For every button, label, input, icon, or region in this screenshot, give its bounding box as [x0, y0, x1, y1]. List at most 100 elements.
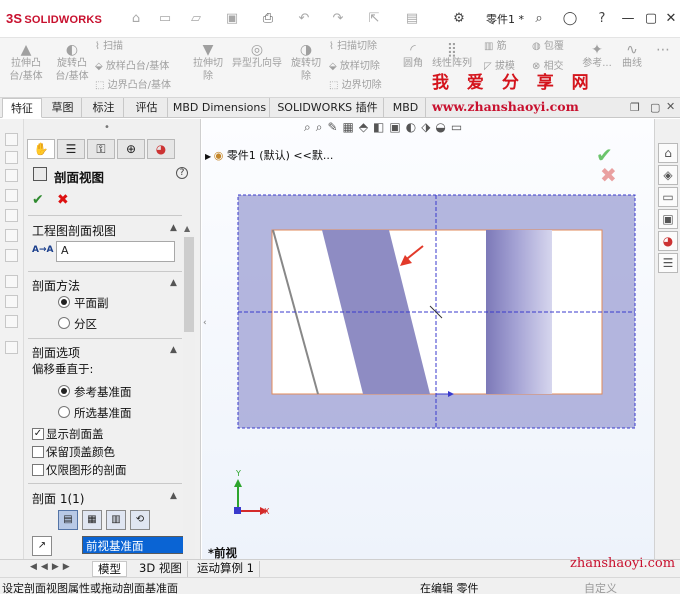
- scroll-up-icon[interactable]: ▲: [184, 224, 190, 233]
- user-icon[interactable]: ◯: [562, 12, 578, 26]
- strip-tool-icon[interactable]: [5, 229, 18, 242]
- wrap-button[interactable]: ◍ 包覆: [532, 40, 564, 53]
- graphics-viewport[interactable]: ‹ ⌕⌕✎▦⬘◧▣◐⬗◒▭ ▶ ◉ 零件1 (默认) <<默... ✔ ✖ Y …: [202, 119, 654, 560]
- strip-tool-icon[interactable]: [5, 189, 18, 202]
- front-plane-tool-icon[interactable]: ▤: [58, 510, 78, 530]
- strip-tool-icon[interactable]: [5, 295, 18, 308]
- more-icon[interactable]: ⋯: [650, 43, 676, 57]
- loft-boss-button[interactable]: ⬙ 放样凸台/基体: [95, 60, 169, 73]
- curves-button[interactable]: ∿ 曲线: [619, 43, 645, 70]
- help-icon[interactable]: ?: [594, 12, 610, 26]
- tab-sketch[interactable]: 草图: [44, 98, 82, 118]
- strip-tool-icon[interactable]: [5, 133, 18, 146]
- right-plane-tool-icon[interactable]: ▥: [106, 510, 126, 530]
- strip-tool-icon[interactable]: [5, 275, 18, 288]
- search-icon[interactable]: ⌕: [531, 12, 547, 26]
- reference-plane-radio[interactable]: [58, 385, 70, 397]
- drawing-section-group-title[interactable]: 工程图剖面视图: [32, 222, 116, 239]
- revolve-boss-button[interactable]: ◐ 旋转凸 台/基体: [50, 43, 94, 83]
- options-gear-icon[interactable]: ⚙: [451, 12, 467, 26]
- swept-cut-button[interactable]: ⌇ 扫描切除: [329, 40, 377, 53]
- tab-solidworks-addins[interactable]: SOLIDWORKS 插件: [272, 98, 384, 118]
- configuration-manager-tab-icon[interactable]: ⚿: [87, 139, 115, 159]
- extrude-cut-button[interactable]: ▼ 拉伸切 除: [190, 43, 226, 83]
- sweep-button[interactable]: ⌇ 扫描: [95, 40, 123, 53]
- strip-tool-icon[interactable]: [5, 151, 18, 164]
- appearances-task-icon[interactable]: ◕: [658, 231, 678, 251]
- tab-mbd[interactable]: MBD: [386, 98, 426, 118]
- save-icon[interactable]: ▣: [224, 12, 240, 26]
- chevron-up-icon[interactable]: ▲: [170, 278, 177, 288]
- section-plane-field[interactable]: 前视基准面: [82, 536, 184, 554]
- resources-task-icon[interactable]: ◈: [658, 165, 678, 185]
- strip-tool-icon[interactable]: [5, 315, 18, 328]
- plane-direction-icon[interactable]: ↗: [32, 536, 52, 556]
- close-icon[interactable]: ✕: [663, 12, 679, 26]
- tab-markup[interactable]: 标注: [84, 98, 124, 118]
- close-window-icon[interactable]: ✕: [666, 100, 675, 113]
- home-icon[interactable]: ⌂: [128, 12, 144, 26]
- design-library-task-icon[interactable]: ▭: [658, 187, 678, 207]
- dimxpert-tab-icon[interactable]: ⊕: [117, 139, 145, 159]
- panel-help-icon[interactable]: ?: [176, 167, 188, 179]
- redo-icon[interactable]: ↷: [330, 12, 346, 26]
- extrude-boss-button[interactable]: ▲ 拉伸凸 台/基体: [4, 43, 48, 83]
- lofted-cut-button[interactable]: ⬙ 放样切除: [329, 60, 380, 73]
- section-label-input[interactable]: A: [56, 241, 175, 262]
- feature-manager-tab-icon[interactable]: ✋: [27, 139, 55, 159]
- property-manager-tab-icon[interactable]: ☰: [57, 139, 85, 159]
- maximize-icon[interactable]: ▢: [643, 12, 659, 26]
- minimize-icon[interactable]: —: [620, 12, 636, 26]
- rib-button[interactable]: ▥ 筋: [484, 40, 507, 53]
- divider: [28, 215, 182, 216]
- tab-features[interactable]: 特征: [2, 98, 42, 118]
- graphics-only-section-checkbox[interactable]: [32, 464, 44, 476]
- chevron-up-icon[interactable]: ▲: [170, 345, 177, 355]
- section-method-group-title[interactable]: 剖面方法: [32, 277, 80, 294]
- keep-cap-color-checkbox[interactable]: [32, 446, 44, 458]
- linear-pattern-button[interactable]: ⣿ 线性阵列: [430, 43, 474, 70]
- maximize-window-icon[interactable]: ▢: [650, 101, 660, 114]
- selected-plane-radio[interactable]: [58, 406, 70, 418]
- boundary-boss-button[interactable]: ⬚ 边界凸台/基体: [95, 79, 171, 92]
- planar-radio[interactable]: [58, 296, 70, 308]
- open-folder-icon[interactable]: ▱: [188, 12, 204, 26]
- chevron-up-icon[interactable]: ▲: [170, 223, 177, 233]
- fillet-button[interactable]: ◜ 圆角: [400, 43, 426, 70]
- file-explorer-task-icon[interactable]: ▣: [658, 209, 678, 229]
- new-file-icon[interactable]: ▭: [157, 12, 173, 26]
- cancel-button[interactable]: ✖: [57, 192, 69, 208]
- revolve-cut-button[interactable]: ◑ 旋转切 除: [288, 43, 324, 83]
- select-arrow-icon[interactable]: ⇱: [366, 12, 382, 26]
- panel-grip-icon[interactable]: •: [104, 122, 110, 133]
- display-manager-tab-icon[interactable]: ◕: [147, 139, 175, 159]
- home-task-icon[interactable]: ⌂: [658, 143, 678, 163]
- section1-group-title[interactable]: 剖面 1(1): [32, 490, 84, 507]
- ok-button[interactable]: ✔: [32, 192, 44, 208]
- top-plane-tool-icon[interactable]: ▦: [82, 510, 102, 530]
- section-options-group-title[interactable]: 剖面选项: [32, 344, 80, 361]
- zonal-radio[interactable]: [58, 317, 70, 329]
- strip-tool-icon[interactable]: [5, 169, 18, 182]
- reference-geometry-button[interactable]: ✦ 参考...: [579, 43, 615, 70]
- strip-tool-icon[interactable]: [5, 341, 18, 354]
- undo-icon[interactable]: ↶: [296, 12, 312, 26]
- boundary-cut-button[interactable]: ⬚ 边界切除: [329, 79, 382, 92]
- strip-tool-icon[interactable]: [5, 249, 18, 262]
- tab-model[interactable]: 模型: [92, 561, 127, 577]
- tab-scroll-arrows[interactable]: ◀◀▶▶: [30, 562, 74, 572]
- restore-window-icon[interactable]: ❐: [630, 101, 640, 114]
- panel-scroll-thumb[interactable]: [184, 237, 194, 332]
- tab-mbd-dimensions[interactable]: MBD Dimensions: [170, 98, 270, 118]
- print-icon[interactable]: ⎙: [260, 12, 276, 26]
- tab-motion-study[interactable]: 运动算例 1: [192, 561, 260, 577]
- hole-wizard-button[interactable]: ◎ 异型孔向导: [229, 43, 285, 70]
- strip-tool-icon[interactable]: [5, 209, 18, 222]
- custom-properties-task-icon[interactable]: ☰: [658, 253, 678, 273]
- rebuild-icon[interactable]: ▤: [404, 12, 420, 26]
- show-section-cap-checkbox[interactable]: ✓: [32, 428, 44, 440]
- reverse-direction-tool-icon[interactable]: ⟲: [130, 510, 150, 530]
- tab-3d-views[interactable]: 3D 视图: [134, 561, 188, 577]
- chevron-up-icon[interactable]: ▲: [170, 491, 177, 501]
- tab-evaluate[interactable]: 评估: [126, 98, 168, 118]
